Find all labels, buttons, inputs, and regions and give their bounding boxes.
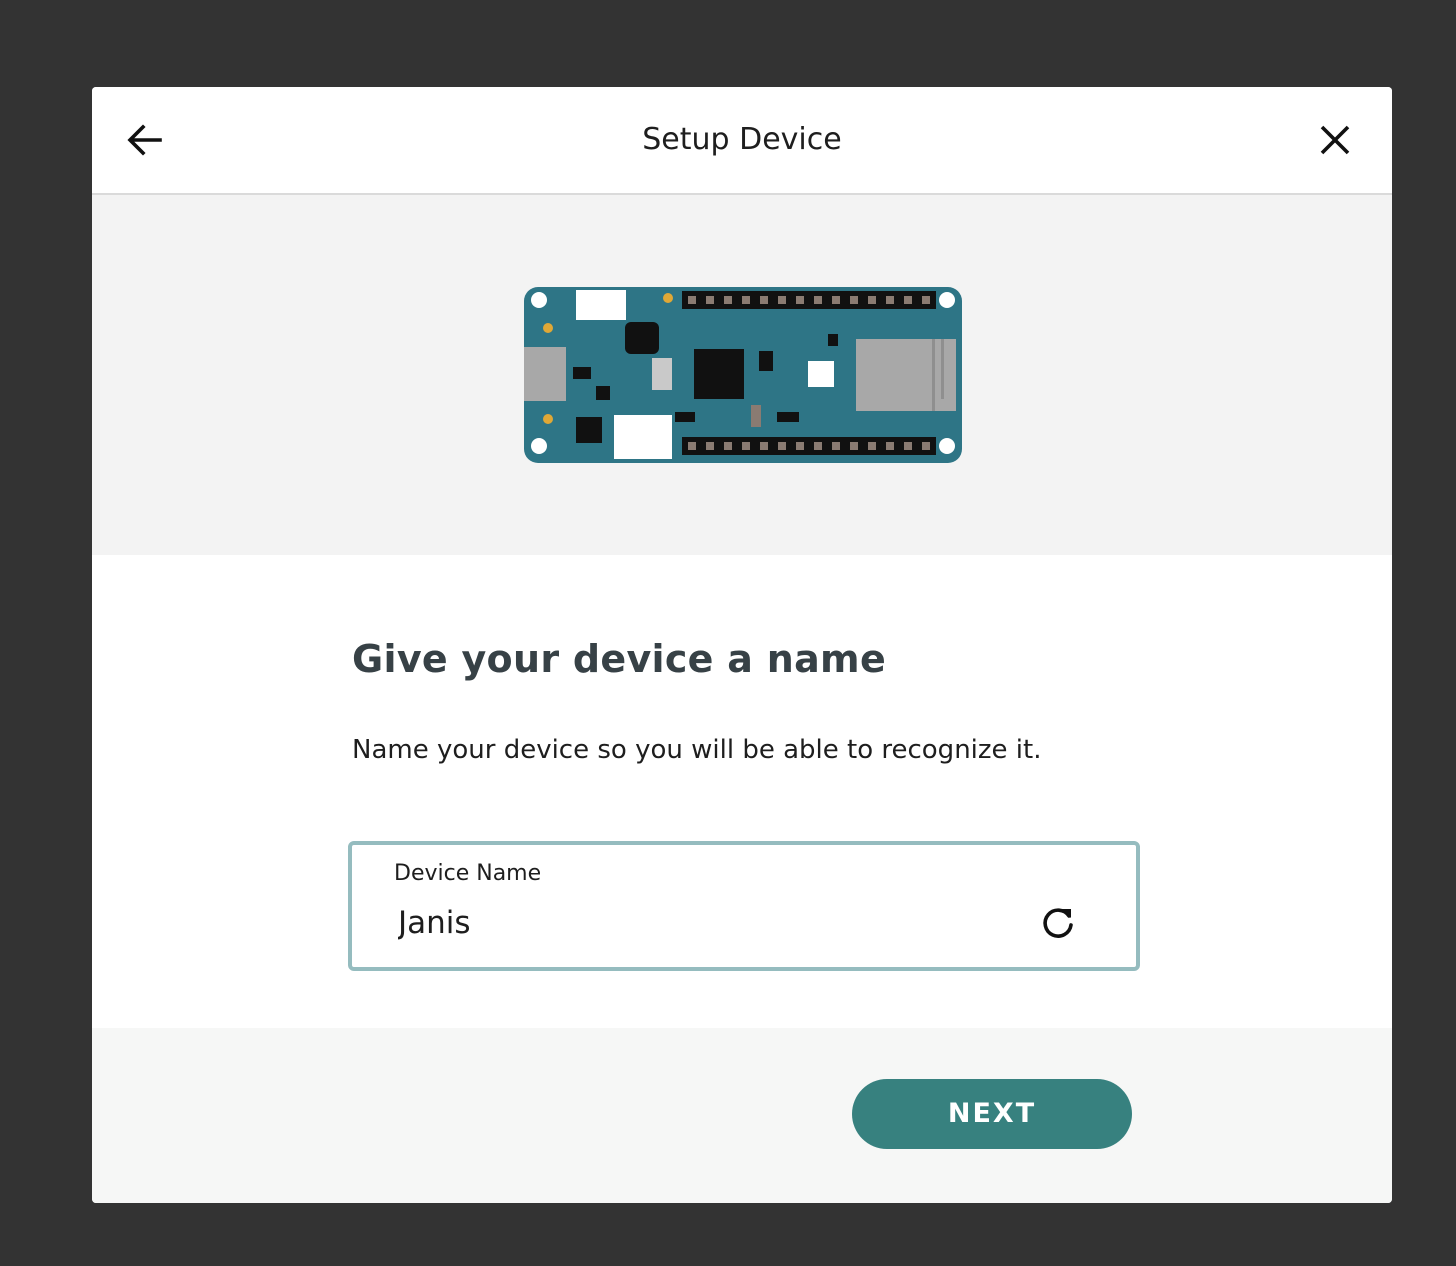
close-button[interactable] (1312, 117, 1358, 163)
device-name-input[interactable] (398, 901, 998, 945)
page-heading: Give your device a name (352, 637, 887, 681)
device-name-field[interactable]: Device Name (348, 841, 1140, 971)
modal-footer: NEXT (92, 1028, 1392, 1203)
device-name-label: Device Name (394, 861, 542, 886)
close-icon (1320, 125, 1350, 155)
arrow-left-icon (127, 124, 162, 156)
illustration-area (92, 195, 1392, 555)
refresh-icon (1043, 908, 1073, 938)
arduino-board-illustration (524, 287, 962, 463)
page-description: Name your device so you will be able to … (352, 735, 1042, 765)
content-section: Give your device a name Name your device… (92, 555, 1392, 1028)
next-button[interactable]: NEXT (852, 1079, 1132, 1149)
back-button[interactable] (122, 117, 168, 163)
modal-header: Setup Device (92, 87, 1392, 195)
modal-title: Setup Device (642, 122, 842, 157)
setup-device-modal: Setup Device Give your device a name Nam… (92, 87, 1392, 1203)
refresh-name-button[interactable] (1038, 903, 1078, 943)
